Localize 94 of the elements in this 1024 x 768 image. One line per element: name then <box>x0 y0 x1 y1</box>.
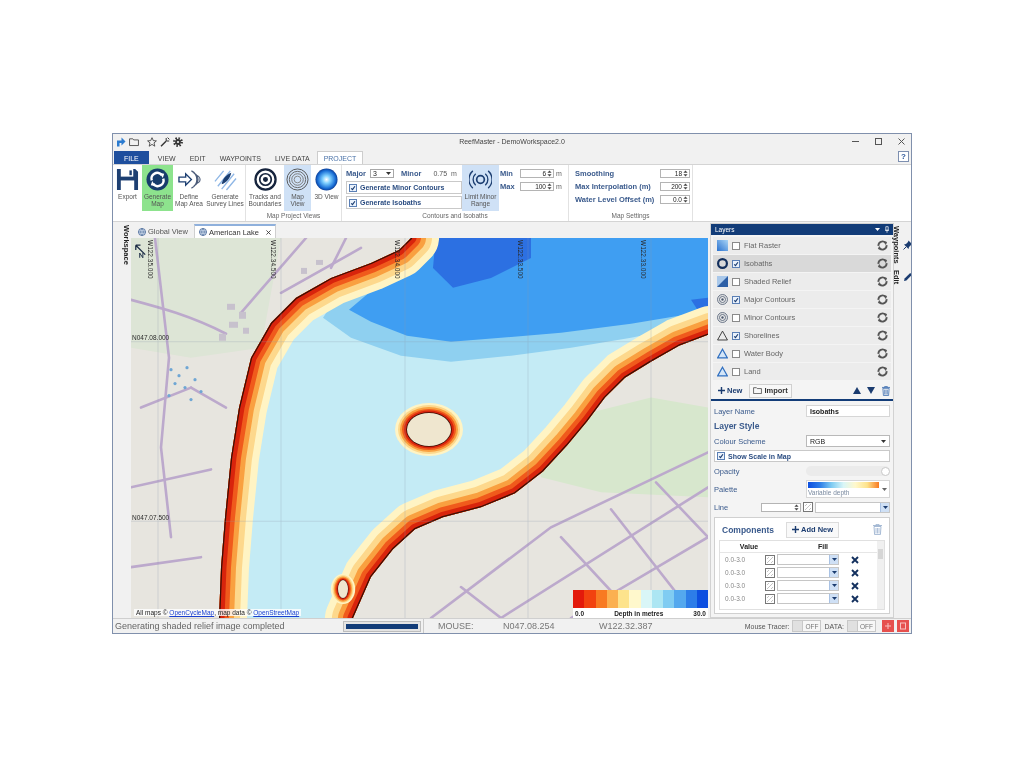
dropdown-button[interactable] <box>829 555 838 564</box>
close-icon[interactable] <box>898 138 905 145</box>
caret-icon <box>881 439 886 443</box>
pattern-swatch-icon[interactable] <box>803 502 813 512</box>
refresh-icon[interactable] <box>877 294 888 305</box>
caret-icon <box>882 487 887 491</box>
caret-icon[interactable] <box>875 228 880 231</box>
spin-arrows-icon <box>547 169 552 177</box>
globe-icon <box>198 228 207 236</box>
pattern-swatch-icon[interactable] <box>765 567 775 578</box>
pin-icon[interactable] <box>885 226 889 233</box>
spin-arrows-icon <box>547 182 552 190</box>
pattern-swatch-icon[interactable] <box>765 580 775 591</box>
refresh-icon[interactable] <box>877 276 888 287</box>
mouse-longitude: W122.32.387 <box>599 621 653 631</box>
dropdown-button[interactable] <box>880 502 889 512</box>
delete-icon[interactable] <box>851 581 859 590</box>
close-icon[interactable] <box>265 229 271 235</box>
scrollbar[interactable] <box>877 541 884 609</box>
checkbox[interactable] <box>732 331 740 340</box>
maximize-icon[interactable] <box>875 138 882 145</box>
section-heading: Components <box>722 524 775 535</box>
globe-icon <box>138 227 146 236</box>
sphere-icon <box>315 168 338 191</box>
caret-icon <box>831 558 837 561</box>
delete-icon[interactable] <box>851 594 859 603</box>
settings-icon[interactable] <box>173 136 183 147</box>
refresh-icon[interactable] <box>877 348 888 359</box>
gradient-square-icon <box>717 240 728 251</box>
caret-icon <box>386 172 391 175</box>
move-up-icon[interactable] <box>853 387 861 394</box>
rings-icon <box>286 168 309 191</box>
checkbox[interactable] <box>732 295 740 304</box>
caret-icon <box>882 505 888 509</box>
delete-icon[interactable] <box>851 568 859 577</box>
app-logo-icon[interactable] <box>116 136 126 147</box>
boat-lines-icon <box>213 168 237 191</box>
help-button[interactable]: ? <box>898 151 909 162</box>
section-heading: Layer Style <box>714 421 760 431</box>
triangle-outline-icon <box>717 330 728 341</box>
triangle-icon <box>717 366 728 377</box>
caret-icon <box>831 584 837 587</box>
checkbox[interactable] <box>732 241 740 250</box>
mouse-latitude: N047.08.254 <box>503 621 556 631</box>
checkbox[interactable] <box>732 259 740 268</box>
refresh-icon[interactable] <box>877 312 888 323</box>
slider-thumb[interactable] <box>881 466 890 476</box>
checkbox[interactable] <box>349 183 357 192</box>
caret-icon <box>831 597 837 600</box>
line-width-field[interactable] <box>761 502 801 512</box>
caret-icon <box>831 571 837 574</box>
delete-icon[interactable] <box>851 555 859 564</box>
opacity-slider[interactable] <box>806 466 890 476</box>
target-icon <box>253 168 277 191</box>
folder-icon[interactable] <box>129 136 139 147</box>
spin-arrows-icon <box>683 182 688 190</box>
checkbox[interactable] <box>732 313 740 322</box>
checkbox[interactable] <box>717 452 725 460</box>
pattern-swatch-icon[interactable] <box>765 554 775 565</box>
concentric-circles-icon <box>717 312 728 323</box>
diagonal-square-icon <box>717 276 728 287</box>
checkbox[interactable] <box>732 349 740 358</box>
plus-icon <box>718 387 725 394</box>
triangle-icon <box>717 348 728 359</box>
north-arrow-icon <box>135 244 146 259</box>
ring-icon <box>717 258 728 269</box>
spin-arrows-icon <box>683 195 688 203</box>
checkbox[interactable] <box>732 277 740 286</box>
plus-icon <box>792 526 799 533</box>
refresh-icon[interactable] <box>877 240 888 251</box>
move-down-icon[interactable] <box>867 387 875 394</box>
refresh-icon[interactable] <box>877 258 888 269</box>
status-message: Generating shaded relief image completed <box>115 621 286 631</box>
refresh-icon[interactable] <box>877 330 888 341</box>
pattern-swatch-icon[interactable] <box>765 593 775 604</box>
dropdown-button[interactable] <box>829 594 838 603</box>
spin-arrows-icon <box>794 503 799 511</box>
pencil-icon <box>903 271 911 282</box>
wand-icon[interactable] <box>160 136 170 147</box>
pin-icon <box>903 239 911 250</box>
dropdown-button[interactable] <box>829 581 838 590</box>
radio-waves-icon <box>469 168 492 191</box>
dropdown-button[interactable] <box>829 568 838 577</box>
checkbox[interactable] <box>349 198 357 207</box>
folder-icon <box>753 387 763 394</box>
concentric-circles-icon <box>717 294 728 305</box>
arrow-rings-icon <box>177 168 201 191</box>
gradient-swatch-icon <box>808 482 879 488</box>
star-icon[interactable] <box>147 136 157 147</box>
checkbox[interactable] <box>732 367 740 376</box>
refresh-icon <box>146 168 169 191</box>
refresh-icon[interactable] <box>877 366 888 377</box>
spin-arrows-icon <box>683 169 688 177</box>
mouse-label: MOUSE: <box>438 621 475 631</box>
